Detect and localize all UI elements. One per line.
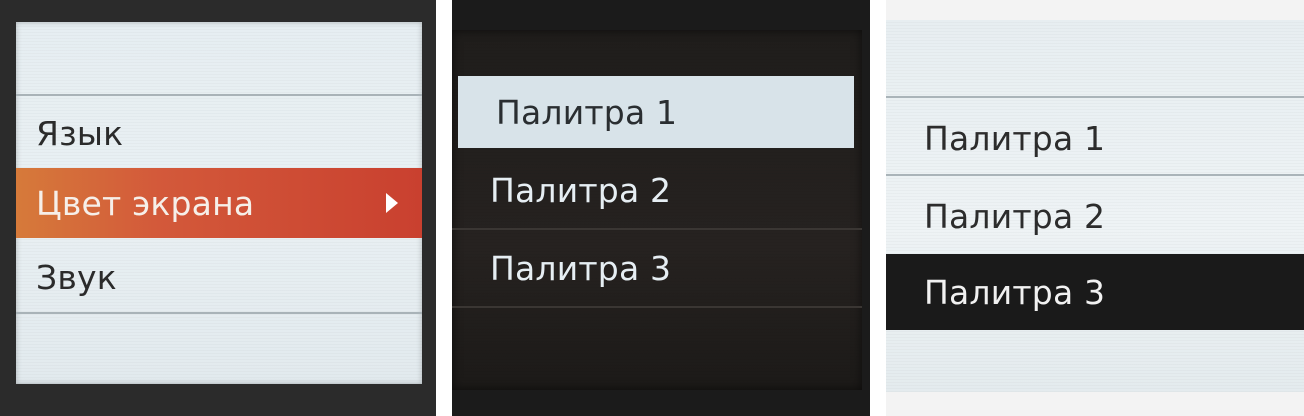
- menu-item-sound[interactable]: Звук: [16, 242, 422, 312]
- chevron-right-icon: [386, 193, 398, 213]
- menu-divider: [886, 174, 1304, 176]
- menu-item-label: Палитра 1: [496, 92, 678, 132]
- menu-divider: [16, 312, 422, 314]
- palette-menu-screen-dark: Палитра 1 Палитра 2 Палитра 3: [452, 30, 862, 390]
- palette-item-1[interactable]: Палитра 1: [886, 100, 1304, 176]
- menu-item-label: Палитра 3: [490, 248, 672, 288]
- device-photo-palette-light: Палитра 1 Палитра 2 Палитра 3: [886, 0, 1304, 416]
- menu-divider: [16, 94, 422, 96]
- menu-item-label: Язык: [36, 113, 124, 153]
- palette-item-2[interactable]: Палитра 2: [886, 178, 1304, 254]
- menu-item-screen-color[interactable]: Цвет экрана: [16, 168, 422, 238]
- menu-item-label: Звук: [36, 257, 117, 297]
- palette-item-2[interactable]: Палитра 2: [452, 154, 862, 226]
- device-photo-settings-menu: Язык Цвет экрана Звук: [0, 0, 436, 416]
- palette-item-3[interactable]: Палитра 3: [886, 254, 1304, 330]
- settings-menu-screen: Язык Цвет экрана Звук: [16, 22, 422, 384]
- device-photo-palette-dark: Палитра 1 Палитра 2 Палитра 3: [452, 0, 870, 416]
- palette-menu-screen-light: Палитра 1 Палитра 2 Палитра 3: [886, 20, 1304, 392]
- menu-item-label: Палитра 1: [924, 118, 1106, 158]
- screenshot-stage: Язык Цвет экрана Звук Палитра 1 Палитра …: [0, 0, 1304, 416]
- menu-divider: [886, 96, 1304, 98]
- menu-divider: [452, 228, 862, 230]
- menu-item-label: Цвет экрана: [36, 183, 255, 223]
- palette-item-3[interactable]: Палитра 3: [452, 232, 862, 304]
- menu-item-language[interactable]: Язык: [16, 98, 422, 168]
- menu-item-label: Палитра 2: [924, 196, 1106, 236]
- menu-item-label: Палитра 3: [924, 272, 1106, 312]
- menu-item-label: Палитра 2: [490, 170, 672, 210]
- palette-item-1[interactable]: Палитра 1: [458, 76, 854, 148]
- menu-divider: [452, 306, 862, 308]
